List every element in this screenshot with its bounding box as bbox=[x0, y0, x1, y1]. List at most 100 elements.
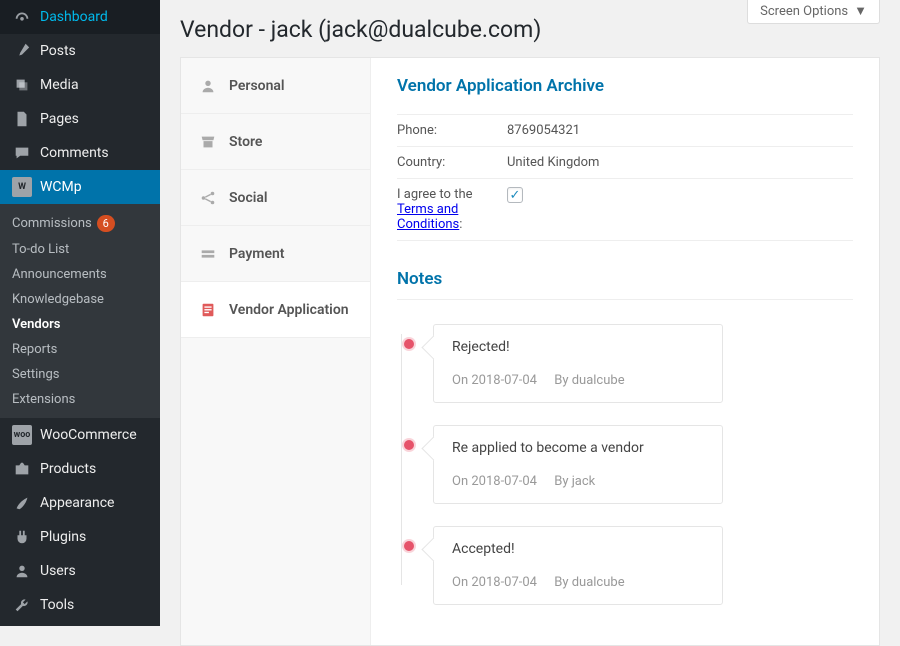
archive-title: Vendor Application Archive bbox=[397, 76, 853, 104]
archive-value: ✓ bbox=[507, 187, 853, 232]
note-meta: On 2018-07-04 By dualcube bbox=[452, 575, 704, 590]
sidebar-item-label: Products bbox=[40, 461, 96, 477]
sidebar-item-label: Comments bbox=[40, 145, 109, 161]
sidebar-item-plugins[interactable]: Plugins bbox=[0, 520, 160, 554]
sidebar-item-appearance[interactable]: Appearance bbox=[0, 486, 160, 520]
sidebar-sub-commissions[interactable]: Commissions 6 bbox=[0, 210, 160, 237]
archive-label: Phone: bbox=[397, 123, 507, 138]
tab-social[interactable]: Social bbox=[181, 170, 370, 226]
archive-value: United Kingdom bbox=[507, 155, 853, 170]
terms-prefix: I agree to the bbox=[397, 187, 473, 202]
application-icon bbox=[199, 301, 217, 319]
sidebar-item-media[interactable]: Media bbox=[0, 68, 160, 102]
sidebar-submenu: Commissions 6 To-do List Announcements K… bbox=[0, 204, 160, 418]
notes-title: Notes bbox=[397, 269, 853, 300]
sidebar-item-posts[interactable]: Posts bbox=[0, 34, 160, 68]
note-date: On 2018-07-04 bbox=[452, 474, 537, 489]
sidebar-sub-label: Vendors bbox=[12, 317, 60, 332]
commissions-badge: 6 bbox=[97, 215, 115, 232]
chevron-down-icon: ▼ bbox=[854, 3, 867, 19]
sidebar-item-dashboard[interactable]: Dashboard bbox=[0, 0, 160, 34]
dashboard-icon bbox=[12, 7, 32, 27]
sidebar-item-label: Media bbox=[40, 77, 79, 93]
archive-label: Country: bbox=[397, 155, 507, 170]
wcmp-icon: W bbox=[12, 177, 32, 197]
plugins-icon bbox=[12, 527, 32, 547]
sidebar-sub-reports[interactable]: Reports bbox=[0, 337, 160, 362]
archive-table: Phone: 8769054321 Country: United Kingdo… bbox=[397, 114, 853, 241]
archive-row-terms: I agree to the Terms and Conditions: ✓ bbox=[397, 179, 853, 241]
sidebar-sub-todo[interactable]: To-do List bbox=[0, 237, 160, 262]
screen-options-label: Screen Options bbox=[760, 4, 848, 19]
sidebar-sub-knowledgebase[interactable]: Knowledgebase bbox=[0, 287, 160, 312]
note-item: Accepted! On 2018-07-04 By dualcube bbox=[433, 526, 723, 605]
sidebar-sub-extensions[interactable]: Extensions bbox=[0, 387, 160, 412]
tab-vendor-application[interactable]: Vendor Application bbox=[181, 282, 370, 338]
timeline-dot-icon bbox=[404, 541, 414, 551]
sidebar-item-products[interactable]: Products bbox=[0, 452, 160, 486]
sidebar-item-users[interactable]: Users bbox=[0, 554, 160, 588]
vendor-panel: Personal Store Social Payment Vendor App… bbox=[180, 57, 880, 646]
admin-sidebar: Dashboard Posts Media Pages Comments W W… bbox=[0, 0, 160, 626]
archive-row-phone: Phone: 8769054321 bbox=[397, 115, 853, 147]
users-icon bbox=[12, 561, 32, 581]
timeline-dot-icon bbox=[404, 339, 414, 349]
sidebar-item-label: Plugins bbox=[40, 529, 86, 545]
sidebar-sub-label: Extensions bbox=[12, 392, 75, 407]
media-icon bbox=[12, 75, 32, 95]
tab-label: Social bbox=[229, 190, 268, 206]
terms-checkbox[interactable]: ✓ bbox=[507, 187, 523, 203]
sidebar-sub-label: Commissions bbox=[12, 216, 92, 231]
tab-label: Payment bbox=[229, 246, 285, 262]
sidebar-sub-announcements[interactable]: Announcements bbox=[0, 262, 160, 287]
note-message: Rejected! bbox=[452, 339, 704, 355]
sidebar-item-label: WCMp bbox=[40, 179, 82, 195]
timeline-dot-icon bbox=[404, 440, 414, 450]
woocommerce-icon: woo bbox=[12, 425, 32, 445]
sidebar-item-label: Tools bbox=[40, 597, 74, 613]
note-author: By jack bbox=[554, 474, 595, 489]
screen-options-button[interactable]: Screen Options ▼ bbox=[747, 0, 880, 24]
sidebar-sub-settings[interactable]: Settings bbox=[0, 362, 160, 387]
tab-content: Vendor Application Archive Phone: 876905… bbox=[371, 58, 879, 645]
note-date: On 2018-07-04 bbox=[452, 373, 537, 388]
note-meta: On 2018-07-04 By jack bbox=[452, 474, 704, 489]
sidebar-sub-label: Reports bbox=[12, 342, 57, 357]
sidebar-item-wcmp[interactable]: W WCMp bbox=[0, 170, 160, 204]
note-item: Rejected! On 2018-07-04 By dualcube bbox=[433, 324, 723, 403]
person-icon bbox=[199, 77, 217, 95]
sidebar-sub-label: Knowledgebase bbox=[12, 292, 104, 307]
sidebar-item-label: Appearance bbox=[40, 495, 114, 511]
sidebar-sub-label: To-do List bbox=[12, 242, 69, 257]
tools-icon bbox=[12, 595, 32, 615]
sidebar-item-woocommerce[interactable]: woo WooCommerce bbox=[0, 418, 160, 452]
tab-label: Store bbox=[229, 134, 262, 150]
note-date: On 2018-07-04 bbox=[452, 575, 537, 590]
vendor-tabs: Personal Store Social Payment Vendor App… bbox=[181, 58, 371, 645]
note-item: Re applied to become a vendor On 2018-07… bbox=[433, 425, 723, 504]
tab-label: Vendor Application bbox=[229, 302, 349, 318]
archive-row-country: Country: United Kingdom bbox=[397, 147, 853, 179]
payment-icon bbox=[199, 245, 217, 263]
sidebar-item-label: WooCommerce bbox=[40, 427, 137, 443]
sidebar-sub-label: Announcements bbox=[12, 267, 107, 282]
notes-timeline: Rejected! On 2018-07-04 By dualcube Re a… bbox=[397, 324, 853, 605]
comment-icon bbox=[12, 143, 32, 163]
sidebar-item-label: Dashboard bbox=[40, 9, 108, 25]
sidebar-item-label: Users bbox=[40, 563, 76, 579]
sidebar-item-tools[interactable]: Tools bbox=[0, 588, 160, 622]
tab-personal[interactable]: Personal bbox=[181, 58, 370, 114]
note-meta: On 2018-07-04 By dualcube bbox=[452, 373, 704, 388]
note-author: By dualcube bbox=[554, 575, 624, 590]
note-author: By dualcube bbox=[554, 373, 624, 388]
tab-payment[interactable]: Payment bbox=[181, 226, 370, 282]
products-icon bbox=[12, 459, 32, 479]
terms-link[interactable]: Terms and Conditions bbox=[397, 202, 459, 232]
sidebar-item-comments[interactable]: Comments bbox=[0, 136, 160, 170]
archive-value: 8769054321 bbox=[507, 123, 853, 138]
sidebar-item-label: Posts bbox=[40, 43, 76, 59]
sidebar-sub-vendors[interactable]: Vendors bbox=[0, 312, 160, 337]
tab-store[interactable]: Store bbox=[181, 114, 370, 170]
sidebar-item-pages[interactable]: Pages bbox=[0, 102, 160, 136]
tab-label: Personal bbox=[229, 78, 285, 94]
